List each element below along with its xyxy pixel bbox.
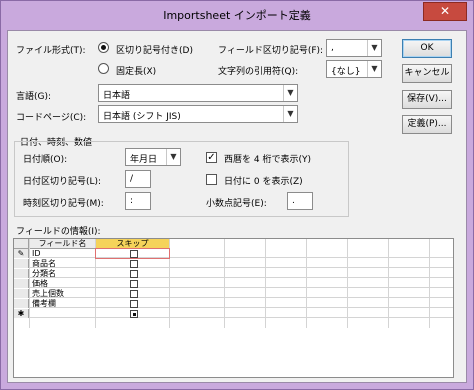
field-name-cell[interactable]: 価格 — [30, 279, 95, 288]
table-row[interactable]: 売上個数 — [14, 289, 453, 298]
text-qualifier-value: {なし} — [331, 67, 361, 77]
row-selector[interactable] — [14, 289, 29, 298]
row-selector[interactable] — [14, 259, 29, 268]
row-selector[interactable] — [14, 279, 29, 288]
skip-checkbox[interactable] — [130, 250, 138, 258]
field-name-cell[interactable]: 備考欄 — [30, 299, 95, 308]
skip-checkbox[interactable] — [130, 310, 138, 318]
text-qualifier-select[interactable]: {なし} ▼ — [326, 60, 382, 78]
field-name-cell[interactable]: 売上個数 — [30, 289, 95, 298]
table-row[interactable]: 商品名 — [14, 259, 453, 268]
chevron-down-icon[interactable]: ▼ — [283, 85, 297, 101]
ok-button[interactable]: OK — [402, 39, 452, 58]
decimal-symbol-value: . — [292, 196, 295, 206]
date-delimiter-label: 日付区切り記号(L): — [23, 177, 102, 187]
skip-checkbox[interactable] — [130, 280, 138, 288]
chevron-down-icon[interactable]: ▼ — [367, 40, 381, 56]
table-row[interactable]: 備考欄 — [14, 299, 453, 308]
new-record-icon: ✱ — [14, 309, 29, 318]
delimited-radio[interactable] — [98, 42, 109, 53]
row-selector[interactable] — [14, 269, 29, 278]
skip-cell[interactable] — [95, 248, 170, 259]
skip-cell[interactable] — [96, 269, 169, 278]
date-delimiter-input[interactable]: / — [125, 170, 151, 188]
table-row[interactable]: ✱ — [14, 309, 453, 318]
chevron-down-icon[interactable]: ▼ — [283, 106, 297, 122]
date-order-value: 年月日 — [130, 155, 158, 165]
date-order-label: 日付順(O): — [23, 155, 68, 165]
skip-cell[interactable] — [96, 259, 169, 268]
cancel-button[interactable]: キャンセル — [402, 64, 452, 83]
window-title: Importsheet インポート定義 — [163, 9, 311, 22]
time-delimiter-input[interactable]: : — [125, 192, 151, 210]
codepage-value: 日本語 (シフト JIS) — [103, 112, 181, 122]
time-delimiter-value: : — [130, 196, 134, 206]
skip-cell[interactable] — [96, 289, 169, 298]
skip-checkbox[interactable] — [130, 260, 138, 268]
fixed-width-radio[interactable] — [98, 63, 109, 74]
chevron-down-icon[interactable]: ▼ — [166, 149, 180, 165]
field-info-grid[interactable]: フィールド名 スキップ ✎ ID 商品名 分類名 価格 売上個数 備考欄 ✱ — [13, 238, 454, 378]
four-digit-year-label[interactable]: 西暦を 4 桁で表示(Y) — [224, 152, 311, 165]
table-row[interactable]: ✎ ID — [14, 248, 453, 259]
fixed-width-label[interactable]: 固定長(X) — [116, 64, 156, 77]
table-row[interactable]: 価格 — [14, 279, 453, 288]
table-row[interactable]: 分類名 — [14, 269, 453, 278]
leading-zero-checkbox[interactable] — [206, 174, 217, 185]
field-name-cell[interactable]: 分類名 — [30, 269, 95, 278]
import-spec-dialog: Importsheet インポート定義 ✕ ファイル形式(T): 区切り記号付き… — [0, 0, 474, 390]
chevron-down-icon[interactable]: ▼ — [367, 61, 381, 77]
text-qualifier-label: 文字列の引用符(Q): — [218, 67, 299, 77]
grid-corner — [14, 239, 29, 249]
decimal-symbol-input[interactable]: . — [287, 192, 313, 210]
field-delimiter-value: , — [331, 43, 334, 53]
skip-checkbox[interactable] — [130, 270, 138, 278]
field-name-cell[interactable]: 商品名 — [30, 259, 95, 268]
codepage-select[interactable]: 日本語 (シフト JIS) ▼ — [98, 105, 298, 123]
title-bar: Importsheet インポート定義 ✕ — [1, 1, 473, 29]
four-digit-year-checkbox[interactable]: ✓ — [206, 152, 217, 163]
date-delimiter-value: / — [130, 174, 134, 184]
language-label: 言語(G): — [16, 92, 52, 102]
field-name-cell[interactable]: ID — [30, 249, 95, 258]
decimal-symbol-label: 小数点記号(E): — [206, 199, 267, 209]
skip-cell[interactable] — [96, 279, 169, 288]
skip-checkbox[interactable] — [130, 300, 138, 308]
date-order-select[interactable]: 年月日 ▼ — [125, 148, 181, 166]
close-button[interactable]: ✕ — [423, 2, 467, 21]
datetime-group: 日付順(O): 年月日 ▼ 日付区切り記号(L): / 時刻区切り記号(M): … — [14, 141, 349, 217]
time-delimiter-label: 時刻区切り記号(M): — [23, 199, 104, 209]
field-delimiter-select[interactable]: , ▼ — [326, 39, 382, 57]
leading-zero-label[interactable]: 日付に 0 を表示(Z) — [224, 174, 303, 187]
specs-button[interactable]: 定義(P)... — [402, 115, 452, 134]
field-name-cell[interactable] — [30, 309, 95, 318]
field-delimiter-label: フィールド区切り記号(F): — [218, 46, 324, 56]
file-format-label: ファイル形式(T): — [16, 46, 86, 56]
skip-cell[interactable] — [96, 309, 169, 318]
skip-checkbox[interactable] — [130, 290, 138, 298]
column-header-skip[interactable]: スキップ — [96, 239, 169, 249]
row-selector[interactable] — [14, 299, 29, 308]
delimited-label[interactable]: 区切り記号付き(D) — [116, 43, 193, 56]
field-info-label: フィールドの情報(I): — [16, 227, 101, 237]
codepage-label: コードページ(C): — [16, 113, 87, 123]
skip-cell[interactable] — [96, 299, 169, 308]
language-select[interactable]: 日本語 ▼ — [98, 84, 298, 102]
column-header-field-name[interactable]: フィールド名 — [30, 239, 95, 249]
language-value: 日本語 — [103, 91, 131, 101]
save-as-button[interactable]: 保存(V)... — [402, 90, 452, 109]
pencil-icon: ✎ — [14, 249, 29, 258]
